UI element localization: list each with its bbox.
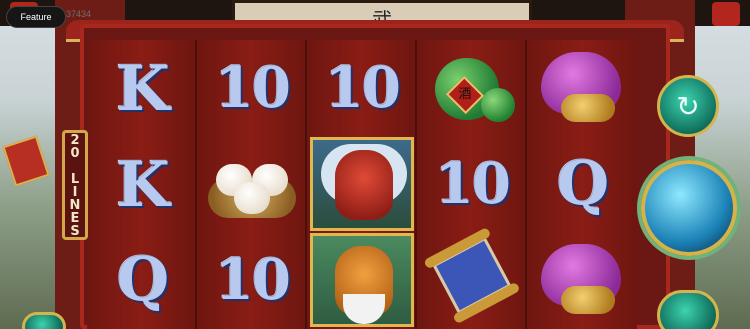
symbol-q: Q [556,149,609,219]
reels-grid: K K Q 10 10 10 酒 10 Q [87,40,640,329]
lantern-icon [712,2,740,26]
scroll-icon [410,220,534,329]
symbol-k: K [116,51,170,125]
reel-cell: 10 [197,232,307,328]
reel-cell: K [87,136,197,232]
symbol-10: 10 [325,55,401,121]
reel-cell [527,40,637,136]
reel-cell: 10 [417,136,527,232]
dragon-portrait-icon [310,137,414,231]
symbol-10: 10 [435,151,511,217]
reel-cell: 10 [307,40,417,136]
wine-jar-icon: 酒 [429,48,515,128]
jar-glyph: 酒 [458,87,472,102]
reel-cell: K [87,40,197,136]
reel-cell: 酒 [417,40,527,136]
reel-2: 10 10 [197,40,307,329]
reel-cell: 10 [197,40,307,136]
coin-bag-icon [537,238,627,322]
bao-buns-icon [208,144,296,224]
reel-cell: Q [527,136,637,232]
feature-ghost-text: 37434 [66,9,92,19]
feature-button[interactable]: Feature [6,6,66,28]
reel-3: 10 [307,40,417,329]
lines-badge-text: 20 LINES [67,133,83,237]
reel-cell [307,136,417,232]
coin-bag-icon [537,46,627,130]
lines-badge: 20 LINES [62,130,88,240]
refresh-icon: ↻ [676,89,700,123]
reel-cell [527,232,637,328]
symbol-10: 10 [215,55,291,121]
autoplay-button[interactable]: ↻ [657,75,719,137]
reel-cell [307,232,417,328]
spin-button[interactable] [641,160,737,256]
reel-cell [417,226,527,328]
reel-cell [197,136,307,232]
reel-5: Q [527,40,637,329]
tiger-portrait-icon [310,233,414,327]
banner-flag-icon [2,135,50,187]
symbol-k: K [116,147,170,221]
reel-cell: Q [87,232,197,328]
reel-1: K K Q [87,40,197,329]
reel-4: 酒 10 [417,40,527,329]
symbol-q: Q [116,245,169,315]
bet-button[interactable] [657,290,719,329]
feature-button-label: Feature [20,12,52,22]
menu-button[interactable] [22,312,66,329]
symbol-10: 10 [215,247,291,313]
